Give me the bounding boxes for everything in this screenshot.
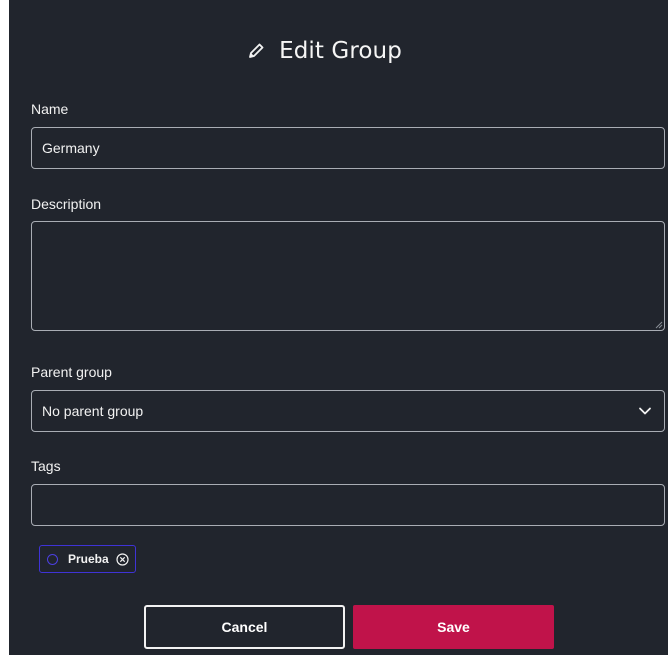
dialog-header: Edit Group xyxy=(9,34,668,68)
description-field[interactable] xyxy=(31,221,665,331)
edit-group-dialog: Edit Group Name Germany Description Pare… xyxy=(9,0,668,655)
tag-chip-label: Prueba xyxy=(68,552,109,566)
description-label: Description xyxy=(31,196,102,212)
tags-label: Tags xyxy=(31,458,61,474)
save-button[interactable]: Save xyxy=(353,605,554,649)
remove-tag-icon[interactable] xyxy=(116,552,129,566)
save-button-label: Save xyxy=(437,619,470,635)
pencil-icon xyxy=(249,43,264,58)
parent-group-select[interactable]: No parent group xyxy=(31,390,665,432)
tags-input[interactable] xyxy=(31,484,665,526)
name-field[interactable]: Germany xyxy=(31,127,665,169)
dialog-title: Edit Group xyxy=(279,38,402,64)
cancel-button-label: Cancel xyxy=(221,619,268,635)
resize-grip-icon[interactable] xyxy=(655,321,663,329)
parent-group-value: No parent group xyxy=(42,403,144,419)
parent-group-label: Parent group xyxy=(31,364,112,380)
name-label: Name xyxy=(31,101,69,117)
tag-chip: Prueba xyxy=(39,545,136,573)
cancel-button[interactable]: Cancel xyxy=(144,605,345,649)
name-field-value: Germany xyxy=(42,140,100,156)
tag-color-dot xyxy=(47,553,58,565)
chevron-down-icon xyxy=(639,407,651,415)
